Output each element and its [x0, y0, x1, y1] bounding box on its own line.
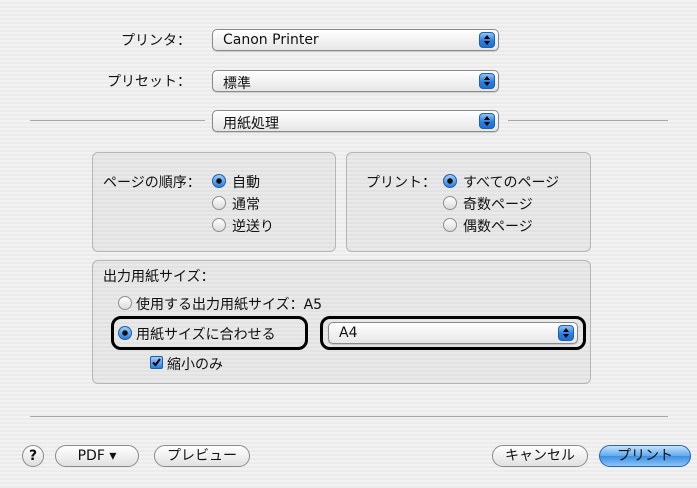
panel-value: 用紙処理	[223, 116, 279, 132]
preset-popup[interactable]: 標準	[212, 70, 499, 92]
print-pages-radio-all[interactable]	[443, 174, 457, 188]
preset-value: 標準	[223, 76, 251, 92]
page-order-radio-normal[interactable]	[212, 196, 226, 210]
separator-line	[508, 120, 668, 121]
separator-line	[30, 120, 205, 121]
popup-arrows-icon	[479, 113, 495, 129]
print-pages-radio-even[interactable]	[443, 218, 457, 232]
popup-arrows-icon	[479, 73, 495, 89]
print-pages-radio-odd[interactable]	[443, 196, 457, 210]
checkmark-icon	[152, 358, 161, 367]
page-order-option-normal: 通常	[232, 197, 260, 213]
print-pages-label: プリント：	[366, 175, 436, 191]
print-pages-option-even: 偶数ページ	[463, 219, 533, 235]
popup-arrows-icon	[479, 32, 495, 48]
popup-arrows-icon	[558, 325, 574, 341]
print-pages-option-all: すべてのページ	[463, 175, 560, 191]
fit-size-popup[interactable]: A4	[328, 322, 578, 344]
panel-popup[interactable]: 用紙処理	[212, 110, 499, 132]
paper-size-option-fit: 用紙サイズに合わせる	[136, 327, 276, 343]
page-order-radio-reverse[interactable]	[212, 218, 226, 232]
fit-size-value: A4	[339, 325, 358, 341]
page-order-option-auto: 自動	[232, 175, 260, 191]
paper-size-radio-use[interactable]	[118, 296, 132, 310]
footer-separator	[30, 416, 668, 417]
scale-down-only-label: 縮小のみ	[167, 357, 223, 373]
scale-down-only-checkbox[interactable]	[150, 356, 163, 369]
cancel-button[interactable]: キャンセル	[492, 445, 588, 467]
printer-popup[interactable]: Canon Printer	[212, 29, 499, 51]
pdf-menu-button[interactable]: PDF ▾	[55, 445, 139, 467]
paper-size-radio-fit[interactable]	[118, 326, 132, 340]
printer-value: Canon Printer	[223, 32, 319, 48]
printer-label: プリンタ：	[121, 33, 191, 49]
print-pages-option-odd: 奇数ページ	[463, 197, 533, 213]
help-button[interactable]: ?	[22, 445, 44, 467]
print-button[interactable]: プリント	[599, 445, 691, 467]
paper-size-option-use: 使用する出力用紙サイズ：A5	[136, 297, 323, 313]
page-order-label: ページの順序：	[103, 175, 201, 191]
page-order-radio-auto[interactable]	[212, 174, 226, 188]
preset-label: プリセット：	[107, 74, 191, 90]
preview-button[interactable]: プレビュー	[154, 445, 250, 467]
page-order-option-reverse: 逆送り	[232, 219, 274, 235]
paper-size-title: 出力用紙サイズ：	[103, 269, 215, 285]
